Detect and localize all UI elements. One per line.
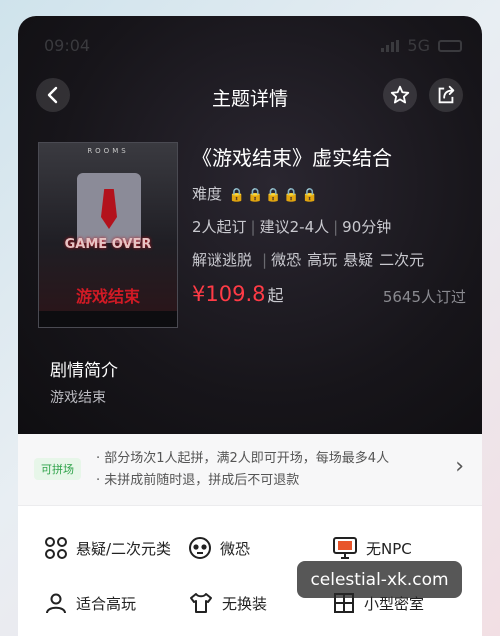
players-suggest: 建议2-4人 (259, 218, 330, 236)
plot-heading: 剧情简介 (50, 361, 118, 381)
theme-cover-image[interactable]: ROOMS GAME OVER 游戏结束 (38, 142, 178, 328)
rule-line: · 部分场次1人起拼，满2人即可开场，每场最多4人 (96, 451, 390, 466)
status-time: 09:04 (44, 36, 91, 55)
feature-npc: 无NPC (332, 536, 412, 560)
booked-count: 5645人订过 (382, 288, 466, 306)
watermark: celestial-xk.com (297, 561, 462, 598)
group-booking-rules: · 部分场次1人起拼，满2人即可开场，每场最多4人 · 未拼成前随时退，拼成后不… (96, 448, 389, 492)
tag: 高玩 (307, 251, 338, 269)
feature-label: 无换装 (222, 594, 268, 613)
players-min: 2人起订 (192, 218, 247, 236)
phone-screen: 09:04 5G 主题详情 ROOMS GAME OVER 游戏结束 《游戏结束… (18, 16, 482, 636)
lock-icon: 🔒 (283, 188, 300, 203)
favorite-button[interactable] (383, 78, 417, 112)
difficulty-row: 难度 🔒 🔒 🔒 🔒 🔒 (192, 183, 466, 204)
feature-label: 适合高玩 (76, 594, 137, 613)
rule-line: · 未拼成前随时退，拼成后不可退款 (96, 473, 300, 488)
signal-icon (381, 39, 400, 52)
lock-icon: 🔒 (265, 188, 282, 203)
divider: | (250, 218, 256, 236)
feature-level: 适合高玩 (44, 591, 136, 615)
battery-icon (438, 39, 462, 52)
ghost-icon (189, 537, 211, 559)
feature-label: 悬疑/二次元类 (76, 539, 172, 558)
network-label: 5G (407, 36, 430, 55)
group-booking-badge: 可拼场 (34, 458, 81, 480)
divider: | (262, 251, 268, 269)
cover-rooms-text: ROOMS (87, 147, 129, 155)
feature-label: 微恐 (220, 539, 251, 558)
tag: 微恐 (271, 251, 302, 269)
plot-section: 剧情简介 游戏结束 (50, 356, 118, 407)
feature-costume: 无换装 (188, 591, 267, 615)
chevron-right-icon: › (455, 454, 464, 479)
plot-summary: 游戏结束 (50, 390, 106, 406)
feature-category: 悬疑/二次元类 (44, 536, 171, 560)
star-icon (390, 85, 410, 104)
group-booking-banner[interactable]: 可拼场 · 部分场次1人起拼，满2人即可开场，每场最多4人 · 未拼成前随时退，… (18, 434, 482, 506)
cover-cn-title: 游戏结束 (75, 287, 140, 306)
hero-section: 09:04 5G 主题详情 ROOMS GAME OVER 游戏结束 《游戏结束… (18, 16, 482, 434)
divider: | (333, 218, 339, 236)
share-button[interactable] (429, 78, 463, 112)
price-row: ¥109.8 起 5645人订过 (192, 282, 466, 306)
tags-row: 解谜逃脱 | 微恐 高玩 悬疑 二次元 (192, 249, 466, 270)
price-suffix: 起 (267, 286, 284, 305)
share-icon (438, 85, 455, 104)
lock-icon: 🔒 (228, 188, 245, 203)
lock-icon: 🔒 (246, 188, 264, 203)
feature-label: 无NPC (366, 539, 412, 558)
lock-icon: 🔒 (301, 188, 318, 203)
cover-bottom-strip (39, 311, 177, 327)
feature-scare: 微恐 (188, 536, 250, 560)
cover-game-over-text: GAME OVER (64, 237, 152, 252)
theme-info: 《游戏结束》虚实结合 难度 🔒 🔒 🔒 🔒 🔒 2人起订 | 建议2-4人 | 90分钟 解谜逃… (192, 142, 466, 318)
difficulty-label: 难度 (192, 185, 223, 203)
status-indicators: 5G (381, 36, 462, 55)
monitor-icon (333, 537, 357, 559)
tag: 悬疑 (343, 251, 374, 269)
price: ¥109.8 (192, 282, 266, 306)
duration: 90分钟 (342, 218, 392, 236)
category-icon (45, 537, 67, 559)
tag: 二次元 (379, 251, 425, 269)
person-icon (46, 593, 66, 614)
theme-title: 《游戏结束》虚实结合 (192, 146, 392, 170)
status-bar: 09:04 5G (44, 36, 462, 56)
tag: 解谜逃脱 (192, 251, 253, 269)
players-row: 2人起订 | 建议2-4人 | 90分钟 (192, 216, 466, 237)
shirt-icon (190, 593, 212, 613)
